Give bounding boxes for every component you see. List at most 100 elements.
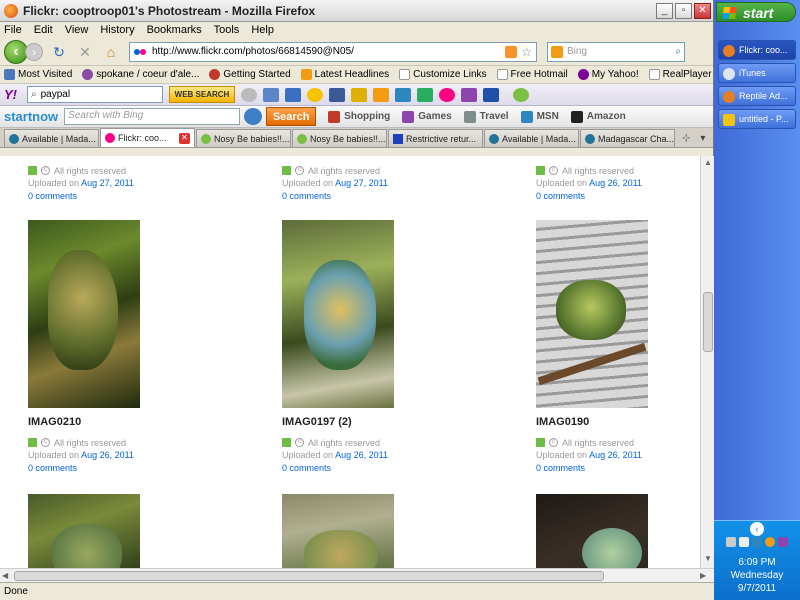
rss-icon[interactable] <box>505 45 518 58</box>
tab-menu-chevron-icon[interactable]: ▾ <box>700 133 705 144</box>
maximize-button[interactable]: ▫ <box>675 2 692 19</box>
bookmarks-tool-icon[interactable] <box>263 87 279 102</box>
photo-title-link[interactable]: IMAG0190 <box>536 416 700 430</box>
menu-help[interactable]: Help <box>251 24 274 36</box>
bing-engine-icon[interactable] <box>551 45 563 58</box>
games-tool-icon[interactable] <box>373 87 389 102</box>
flickr-tool-icon[interactable] <box>439 87 455 102</box>
bookmark-spokane[interactable]: spokane / coeur d'ale... <box>82 69 199 80</box>
clock-time[interactable]: 6:09 PM <box>714 557 800 568</box>
comments-link[interactable]: 0 comments <box>28 462 228 475</box>
photo-thumbnail[interactable] <box>536 220 648 408</box>
tab-list-icon[interactable]: ⊹ <box>682 133 690 144</box>
menu-history[interactable]: History <box>100 24 134 36</box>
taskbar-item-itunes[interactable]: iTunes <box>718 63 796 83</box>
stop-icon[interactable]: ✕ <box>75 42 95 62</box>
vertical-scroll-thumb[interactable] <box>703 292 713 352</box>
tab-restrictive[interactable]: Restrictive retur... <box>388 129 483 147</box>
startnow-logo[interactable]: startnow <box>4 109 58 124</box>
scroll-left-icon[interactable]: ◀ <box>2 571 8 580</box>
comments-link[interactable]: 0 comments <box>282 462 482 475</box>
antivirus-icon[interactable] <box>765 537 775 547</box>
menu-edit[interactable]: Edit <box>34 24 53 36</box>
close-tab-icon[interactable]: ✕ <box>179 132 190 144</box>
home-icon[interactable]: ⌂ <box>101 42 121 62</box>
tab-madagascar[interactable]: Madagascar Cha... <box>580 129 675 147</box>
upload-date-link[interactable]: Aug 26, 2011 <box>335 450 388 460</box>
news-tool-icon[interactable] <box>395 87 411 102</box>
facebook-icon[interactable] <box>329 87 345 102</box>
startnow-link-amazon[interactable]: Amazon <box>570 110 626 123</box>
bookmark-star-icon[interactable]: ☆ <box>521 45 532 59</box>
network-icon[interactable] <box>726 537 736 547</box>
comments-link[interactable]: 0 comments <box>28 190 228 203</box>
photo-thumbnail-partial-2[interactable] <box>282 494 394 568</box>
tab-nosy-be-1[interactable]: Nosy Be babies!!... <box>196 129 291 147</box>
bookmark-my-yahoo[interactable]: My Yahoo! <box>577 69 639 80</box>
horizontal-scroll-thumb[interactable] <box>14 571 604 581</box>
menu-bookmarks[interactable]: Bookmarks <box>147 24 202 36</box>
bookmark-realplayer[interactable]: RealPlayer <box>648 69 712 80</box>
tab-available-mada-2[interactable]: Available | Mada... <box>484 129 579 147</box>
upload-date-link[interactable]: Aug 27, 2011 <box>81 178 134 188</box>
reload-icon[interactable]: ↻ <box>49 42 69 62</box>
upload-date-link[interactable]: Aug 27, 2011 <box>335 178 388 188</box>
upload-date-link[interactable]: Aug 26, 2011 <box>589 178 642 188</box>
tab-available-mada-1[interactable]: Available | Mada... <box>4 129 99 147</box>
startnow-link-msn[interactable]: MSN <box>520 110 559 123</box>
search-dropdown-icon[interactable] <box>244 108 263 125</box>
web-search-button[interactable]: WEB SEARCH <box>169 86 235 103</box>
bookmark-customize-links[interactable]: Customize Links <box>399 69 487 80</box>
minimize-button[interactable]: _ <box>656 2 673 19</box>
photo-thumbnail[interactable] <box>28 220 140 408</box>
startnow-link-shopping[interactable]: Shopping <box>328 110 390 123</box>
startnow-link-travel[interactable]: Travel <box>463 110 509 123</box>
tab-flickr[interactable]: Flickr: coo... ✕ <box>100 128 195 147</box>
startnow-link-games[interactable]: Games <box>402 110 452 123</box>
answers-tool-icon[interactable] <box>461 87 477 102</box>
tray-collapse-chevron-icon[interactable]: ‹ <box>750 522 764 536</box>
menu-view[interactable]: View <box>65 24 89 36</box>
photo-thumbnail-partial-3[interactable] <box>536 494 648 568</box>
forward-button[interactable]: › <box>25 42 43 61</box>
comments-link[interactable]: 0 comments <box>536 462 700 475</box>
menu-file[interactable]: File <box>4 24 22 36</box>
scroll-down-icon[interactable]: ▼ <box>703 554 713 564</box>
close-button[interactable]: ✕ <box>694 2 711 19</box>
vertical-scrollbar[interactable]: ▲ ▼ <box>700 156 714 568</box>
horizontal-scrollbar[interactable]: ◀ ▶ <box>0 568 714 582</box>
taskbar-item-reptile[interactable]: Reptile Ad... <box>718 86 796 106</box>
photo-title-link[interactable]: IMAG0197 (2) <box>282 416 482 430</box>
bookmark-getting-started[interactable]: Getting Started <box>209 69 291 80</box>
search-magnifier-icon[interactable]: ⌕ <box>675 46 681 57</box>
finance-tool-icon[interactable] <box>417 87 433 102</box>
yahoo-logo[interactable]: Y! <box>4 87 17 102</box>
startnow-search-input[interactable]: Search with Bing <box>64 108 241 125</box>
messenger-icon[interactable] <box>778 537 788 547</box>
menu-tools[interactable]: Tools <box>214 24 240 36</box>
scroll-right-icon[interactable]: ▶ <box>700 571 706 580</box>
add-tool-icon[interactable] <box>483 87 499 102</box>
tab-nosy-be-2[interactable]: Nosy Be babies!!... <box>292 129 387 147</box>
yahoo-search-input[interactable]: ⌕ paypal <box>27 86 163 103</box>
taskbar-item-paint[interactable]: untitled - P... <box>718 109 796 129</box>
scroll-up-icon[interactable]: ▲ <box>703 158 713 168</box>
volume-icon[interactable] <box>739 537 749 547</box>
smiley-icon[interactable] <box>307 87 323 102</box>
photo-tool-icon[interactable] <box>351 87 367 102</box>
bookmark-free-hotmail[interactable]: Free Hotmail <box>496 69 568 80</box>
bookmark-most-visited[interactable]: Most Visited <box>4 69 72 80</box>
comments-link[interactable]: 0 comments <box>536 190 700 203</box>
comments-link[interactable]: 0 comments <box>282 190 482 203</box>
url-bar[interactable]: http://www.flickr.com/photos/66814590@N0… <box>129 41 537 62</box>
start-button[interactable]: start <box>716 2 796 22</box>
photo-thumbnail-partial-1[interactable] <box>28 494 140 568</box>
photo-thumbnail[interactable] <box>282 220 394 408</box>
search-engine-box[interactable]: Bing ⌕ <box>547 41 685 62</box>
upload-date-link[interactable]: Aug 26, 2011 <box>81 450 134 460</box>
photo-title-link[interactable]: IMAG0210 <box>28 416 228 430</box>
mail-icon[interactable] <box>285 87 301 102</box>
upload-date-link[interactable]: Aug 26, 2011 <box>589 450 642 460</box>
toolbar-settings-icon[interactable] <box>241 87 257 102</box>
security-icon[interactable] <box>752 537 762 547</box>
